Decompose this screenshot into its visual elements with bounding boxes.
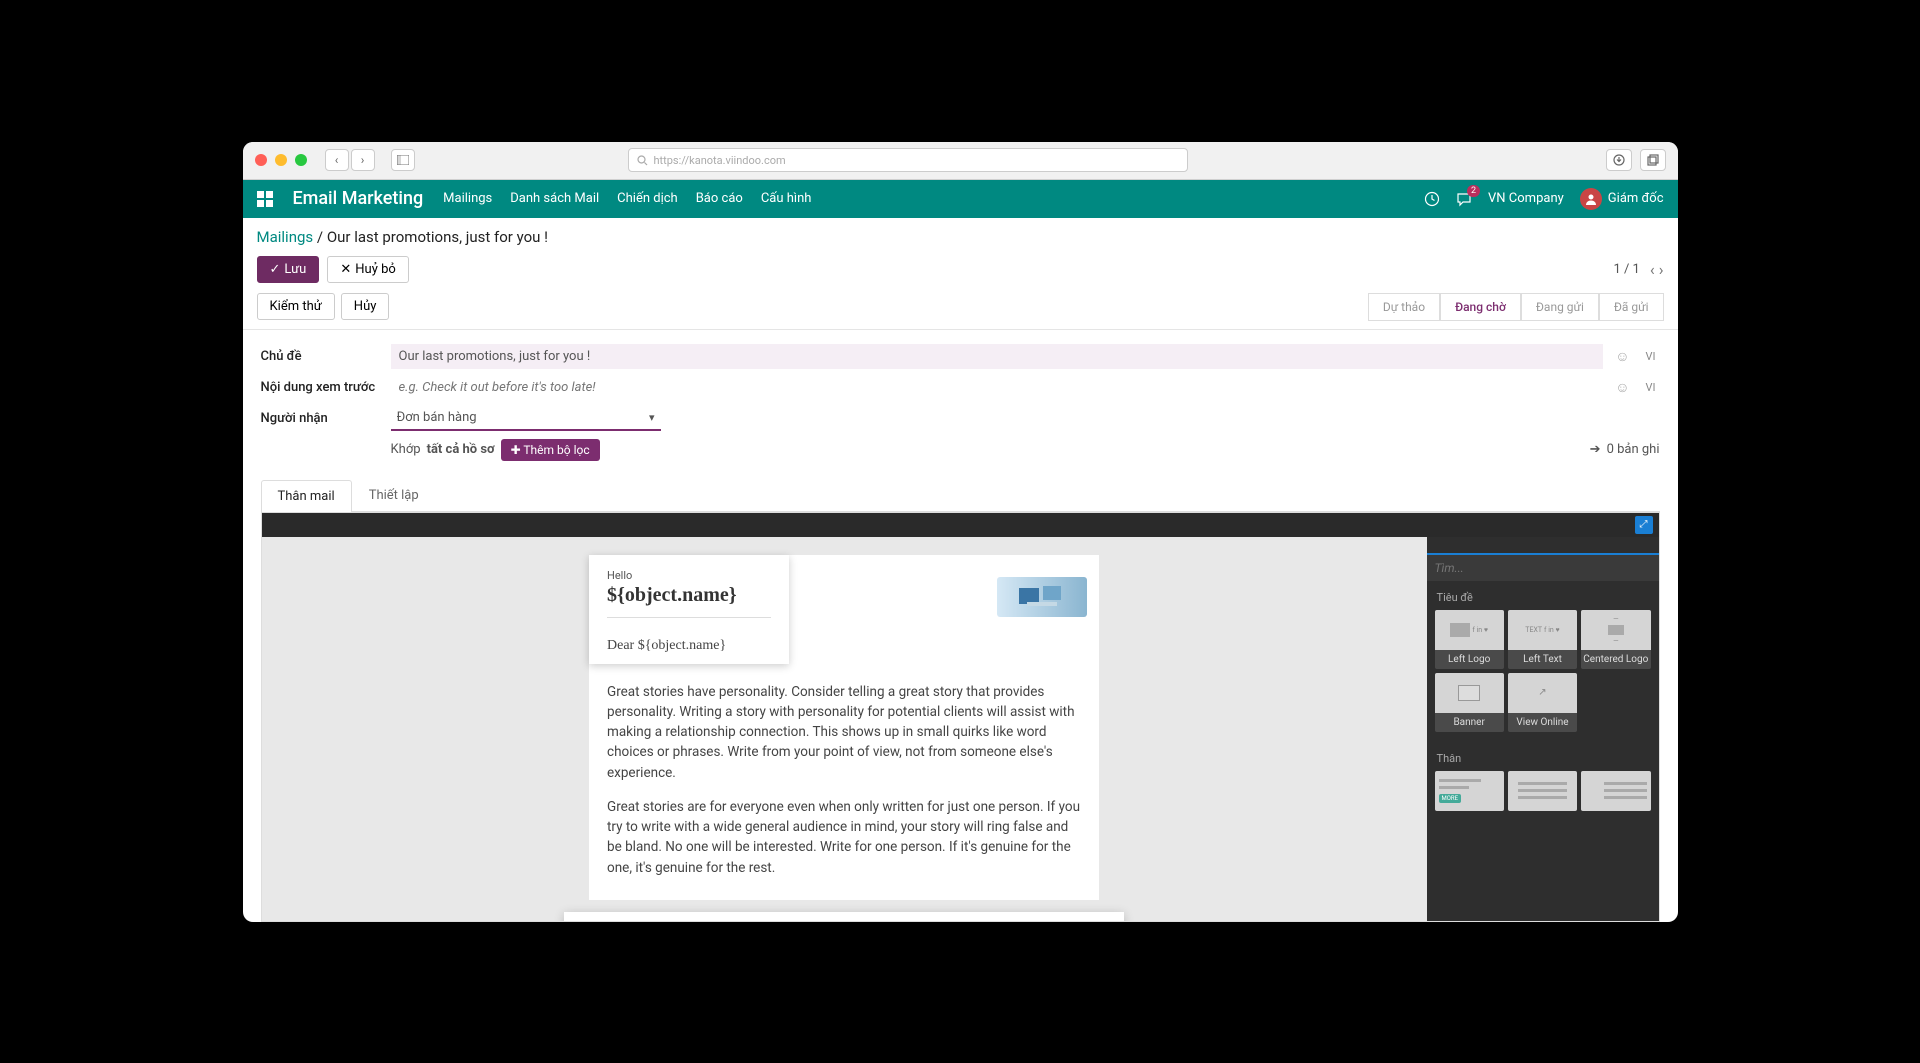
editor: ⤢ Hello ${object.name} Dear ${object.nam… [261,512,1660,922]
menu-config[interactable]: Cấu hình [761,191,812,206]
match-all: tất cả hồ sơ [427,442,495,457]
block-banner[interactable]: Banner [1435,673,1504,732]
clock-icon[interactable] [1424,191,1440,207]
recipients-label: Người nhận [261,411,379,426]
maximize-window[interactable] [295,154,307,166]
email-canvas[interactable]: Hello ${object.name} Dear ${object.name}… [262,537,1427,921]
form-area: Chủ đề ☺ VI Nội dung xem trước ☺ VI Ngườ… [243,330,1678,512]
user-name: Giám đốc [1608,191,1664,206]
tab-body[interactable]: Thân mail [261,480,352,512]
emoji-picker-icon[interactable]: ☺ [1615,348,1629,365]
blocks-panel: Tiêu đề f in ♥ Left Logo TEXTf in ♥ Left… [1427,537,1659,921]
block-left-text[interactable]: TEXTf in ♥ Left Text [1508,610,1577,669]
section-title-header: Tiêu đề [1427,581,1659,610]
traffic-lights [255,154,307,166]
test-button[interactable]: Kiểm thử [257,293,335,320]
add-filter-button[interactable]: ✚ Thêm bộ lọc [501,439,600,461]
back-button[interactable]: ‹ [325,149,349,171]
block-body-3[interactable] [1581,771,1650,811]
block-centered-logo[interactable]: —— Centered Logo [1581,610,1650,669]
menu-campaigns[interactable]: Chiến dịch [617,191,678,206]
tab-settings[interactable]: Thiết lập [352,479,436,511]
titlebar: ‹ › https://kanota.viindoo.com [243,142,1678,180]
email-p1: Great stories have personality. Consider… [607,682,1081,783]
email-body[interactable]: Great stories have personality. Consider… [589,674,1099,900]
user-menu[interactable]: Giám đốc [1580,188,1664,210]
arrow-icon: ➔ [1590,442,1601,457]
preview-label: Nội dung xem trước [261,380,379,395]
menu-mail-list[interactable]: Danh sách Mail [510,191,599,206]
close-window[interactable] [255,154,267,166]
lang-tag[interactable]: VI [1642,348,1660,365]
breadcrumb-current: Our last promotions, just for you ! [327,228,548,246]
actions-row: ✓ Lưu ✕ Huỷ bỏ 1 / 1 ‹ › [243,252,1678,293]
email-footer[interactable]: ${object.company_id.name} ${object.compa… [564,912,1124,921]
block-left-logo[interactable]: f in ♥ Left Logo [1435,610,1504,669]
lang-tag-2[interactable]: VI [1642,379,1660,396]
apps-menu-icon[interactable] [257,191,273,207]
editor-header: ⤢ [262,513,1659,537]
status-row: Kiểm thử Hủy Dự thảo Đang chờ Đang gửi Đ… [243,293,1678,330]
minimize-window[interactable] [275,154,287,166]
pager-text: 1 / 1 [1613,262,1639,277]
chat-badge: 2 [1467,185,1480,197]
pager-prev[interactable]: ‹ [1650,260,1655,279]
tabs-button[interactable] [1640,149,1666,171]
menu-mailings[interactable]: Mailings [443,191,492,206]
company-switcher[interactable]: VN Company [1488,191,1564,206]
discard-button[interactable]: ✕ Huỷ bỏ [327,256,408,283]
step-sent[interactable]: Đã gửi [1599,293,1664,321]
subject-input[interactable] [391,344,1604,369]
menu-reports[interactable]: Báo cáo [696,191,743,206]
cancel-button[interactable]: Hủy [341,293,390,320]
save-button[interactable]: ✓ Lưu [257,256,320,283]
block-view-online[interactable]: ↗ View Online [1508,673,1577,732]
topnav: Email Marketing Mailings Danh sách Mail … [243,180,1678,218]
step-queued[interactable]: Đang chờ [1440,293,1521,321]
sidebar-icon [397,155,409,165]
email-dear: Dear ${object.name} [607,638,771,654]
email-hello: Hello [607,569,771,582]
email-p2: Great stories are for everyone even when… [607,797,1081,878]
url-bar[interactable]: https://kanota.viindoo.com [628,148,1188,172]
subject-label: Chủ đề [261,349,379,364]
section-title-body: Thân [1427,742,1659,771]
email-header-image [997,577,1087,617]
tabs: Thân mail Thiết lập [261,479,1660,512]
breadcrumb: Mailings / Our last promotions, just for… [243,218,1678,252]
status-steps: Dự thảo Đang chờ Đang gửi Đã gửi [1368,293,1664,321]
emoji-picker-icon-2[interactable]: ☺ [1615,379,1629,396]
recipients-select[interactable]: Đơn bán hàng [391,406,661,431]
pager-next[interactable]: › [1659,260,1664,279]
match-prefix: Khớp [391,442,421,457]
email-name-var: ${object.name} [607,584,771,607]
main-menu: Mailings Danh sách Mail Chiến dịch Báo c… [443,191,811,206]
preview-input[interactable] [391,375,1604,400]
panel-top [1427,537,1659,555]
step-sending[interactable]: Đang gửi [1521,293,1599,321]
url-text: https://kanota.viindoo.com [654,154,786,167]
breadcrumb-root[interactable]: Mailings [257,228,314,246]
block-body-1[interactable]: MORE [1435,771,1504,811]
expand-button[interactable]: ⤢ [1635,516,1653,534]
download-button[interactable] [1606,149,1632,171]
forward-button[interactable]: › [351,149,375,171]
tabs-icon [1647,154,1659,166]
avatar-icon [1580,188,1602,210]
panel-search-input[interactable] [1427,555,1659,581]
chat-button[interactable]: 2 [1456,191,1472,207]
record-count[interactable]: 0 bản ghi [1607,442,1660,457]
step-draft[interactable]: Dự thảo [1368,293,1440,321]
download-icon [1613,154,1625,166]
sidebar-toggle[interactable] [391,149,415,171]
block-body-2[interactable] [1508,771,1577,811]
search-icon [637,155,648,166]
app-window: ‹ › https://kanota.viindoo.com Email Mar… [243,142,1678,922]
app-title: Email Marketing [293,188,424,209]
